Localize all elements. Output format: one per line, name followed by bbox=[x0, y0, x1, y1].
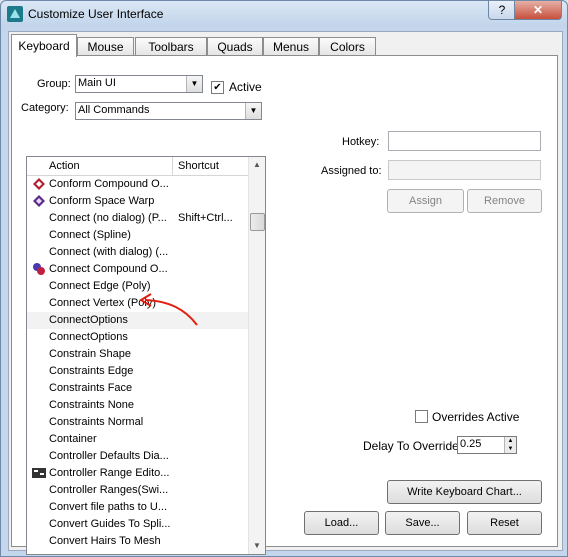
help-button[interactable]: ? bbox=[488, 1, 516, 20]
action-name: Controller Range Edito... bbox=[49, 467, 170, 479]
active-checkbox[interactable]: ✔ bbox=[211, 81, 224, 94]
action-shortcut: Shift+Ctrl... bbox=[178, 212, 233, 224]
assign-button[interactable]: Assign bbox=[387, 189, 464, 213]
conform-spacewarp-icon bbox=[32, 194, 46, 208]
overrides-active-checkbox[interactable] bbox=[415, 410, 428, 423]
action-name: Connect Compound O... bbox=[49, 263, 168, 275]
tab-quads[interactable]: Quads bbox=[207, 37, 263, 56]
list-item[interactable]: Convert file paths to U... bbox=[27, 499, 248, 516]
action-name: Controller Ranges(Swi... bbox=[49, 484, 169, 496]
group-label: Group: bbox=[37, 78, 71, 90]
red-arrow-annotation bbox=[139, 293, 198, 326]
action-name: Constrain Shape bbox=[49, 348, 131, 360]
action-name: Constraints Face bbox=[49, 382, 133, 394]
3dsmax-app-icon bbox=[7, 6, 23, 22]
tab-keyboard[interactable]: Keyboard bbox=[11, 34, 77, 57]
close-button[interactable]: ✕ bbox=[514, 1, 562, 20]
tab-toolbars[interactable]: Toolbars bbox=[135, 37, 207, 56]
action-name: Convert file paths to U... bbox=[49, 501, 167, 513]
load-button[interactable]: Load... bbox=[304, 511, 379, 535]
assigned-to-label: Assigned to: bbox=[321, 165, 382, 177]
action-name: Connect (Spline) bbox=[49, 229, 131, 241]
window-title: Customize User Interface bbox=[28, 7, 164, 21]
category-dropdown[interactable]: All Commands ▼ bbox=[75, 102, 262, 120]
group-value: Main UI bbox=[78, 77, 116, 89]
dialog-client: Keyboard Mouse Toolbars Quads Menus Colo… bbox=[8, 31, 563, 555]
overrides-active-label: Overrides Active bbox=[432, 410, 520, 424]
header-divider[interactable] bbox=[172, 157, 173, 175]
column-header-action[interactable]: Action bbox=[49, 160, 80, 172]
scroll-thumb[interactable] bbox=[250, 213, 265, 231]
delay-to-override-spinner[interactable]: 0.25 ▲ ▼ bbox=[457, 436, 517, 454]
list-item[interactable]: Convert Guides To Spli... bbox=[27, 516, 248, 533]
delay-to-override-label: Delay To Override: bbox=[363, 439, 463, 453]
list-item[interactable]: Constrain Shape bbox=[27, 346, 248, 363]
list-item[interactable]: Container bbox=[27, 431, 248, 448]
customize-ui-window: Customize User Interface ? ✕ Keyboard Mo… bbox=[0, 0, 568, 557]
list-item[interactable]: ConnectOptions bbox=[27, 329, 248, 346]
list-item[interactable]: Conform Compound O... bbox=[27, 176, 248, 193]
action-name: Convert Guides To Spli... bbox=[49, 518, 171, 530]
save-button[interactable]: Save... bbox=[385, 511, 460, 535]
list-item[interactable]: Connect (with dialog) (... bbox=[27, 244, 248, 261]
group-dropdown[interactable]: Main UI ▼ bbox=[75, 75, 203, 93]
action-list[interactable]: Action Shortcut Conform Compound O... Con… bbox=[26, 156, 266, 555]
title-bar[interactable]: Customize User Interface ? ✕ bbox=[1, 1, 567, 27]
conform-compound-icon bbox=[32, 177, 46, 191]
write-keyboard-chart-button[interactable]: Write Keyboard Chart... bbox=[387, 480, 542, 504]
hotkey-label: Hotkey: bbox=[342, 136, 380, 148]
active-label: Active bbox=[229, 80, 262, 94]
tab-menus[interactable]: Menus bbox=[263, 37, 319, 56]
list-header: Action Shortcut bbox=[27, 157, 248, 176]
action-name: Convert Hairs To Mesh bbox=[49, 535, 161, 547]
category-label: Category: bbox=[21, 102, 69, 114]
action-name: Connect (no dialog) (P... bbox=[49, 212, 167, 224]
list-item[interactable]: Controller Defaults Dia... bbox=[27, 448, 248, 465]
action-name: Container bbox=[49, 433, 97, 445]
scroll-up-icon[interactable]: ▲ bbox=[249, 157, 265, 173]
delay-value: 0.25 bbox=[460, 438, 482, 450]
list-item[interactable]: Constraints Normal bbox=[27, 414, 248, 431]
keyboard-tab-panel: Group: Main UI ▼ ✔ Active Category: All … bbox=[11, 55, 558, 555]
list-item[interactable]: Connect Compound O... bbox=[27, 261, 248, 278]
spinner-up-icon[interactable]: ▲ bbox=[504, 437, 516, 445]
list-item[interactable]: Constraints Face bbox=[27, 380, 248, 397]
reset-button[interactable]: Reset bbox=[467, 511, 542, 535]
list-item[interactable]: Controller Ranges(Swi... bbox=[27, 482, 248, 499]
action-name: Constraints Normal bbox=[49, 416, 144, 428]
list-item[interactable]: Conform Space Warp bbox=[27, 193, 248, 210]
action-name: Constraints Edge bbox=[49, 365, 134, 377]
list-item[interactable]: Connect (no dialog) (P... Shift+Ctrl... bbox=[27, 210, 248, 227]
tab-colors[interactable]: Colors bbox=[319, 37, 376, 56]
hotkey-input[interactable] bbox=[388, 131, 541, 151]
controller-range-icon bbox=[32, 466, 46, 480]
spinner-down-icon[interactable]: ▼ bbox=[504, 445, 516, 453]
list-item[interactable]: Connect (Spline) bbox=[27, 227, 248, 244]
action-name: Conform Compound O... bbox=[49, 178, 169, 190]
chevron-down-icon: ▼ bbox=[245, 103, 261, 119]
tab-mouse[interactable]: Mouse bbox=[77, 37, 134, 56]
connect-compound-icon bbox=[32, 262, 46, 276]
list-scrollbar[interactable]: ▲ ▼ bbox=[248, 157, 265, 554]
column-header-shortcut[interactable]: Shortcut bbox=[178, 160, 219, 172]
action-name: Conform Space Warp bbox=[49, 195, 155, 207]
scroll-down-icon[interactable]: ▼ bbox=[249, 538, 265, 554]
list-item[interactable]: Controller Range Edito... bbox=[27, 465, 248, 482]
list-item[interactable]: Constraints Edge bbox=[27, 363, 248, 380]
chevron-down-icon: ▼ bbox=[186, 76, 202, 92]
remove-button[interactable]: Remove bbox=[467, 189, 542, 213]
category-value: All Commands bbox=[78, 104, 150, 116]
action-name: ConnectOptions bbox=[49, 331, 128, 343]
action-name: Connect (with dialog) (... bbox=[49, 246, 169, 258]
list-item[interactable]: Convert Hairs To Mesh bbox=[27, 533, 248, 550]
action-name: Constraints None bbox=[49, 399, 134, 411]
list-item[interactable]: Constraints None bbox=[27, 397, 248, 414]
assigned-to-field bbox=[388, 160, 541, 180]
action-name: Controller Defaults Dia... bbox=[49, 450, 169, 462]
